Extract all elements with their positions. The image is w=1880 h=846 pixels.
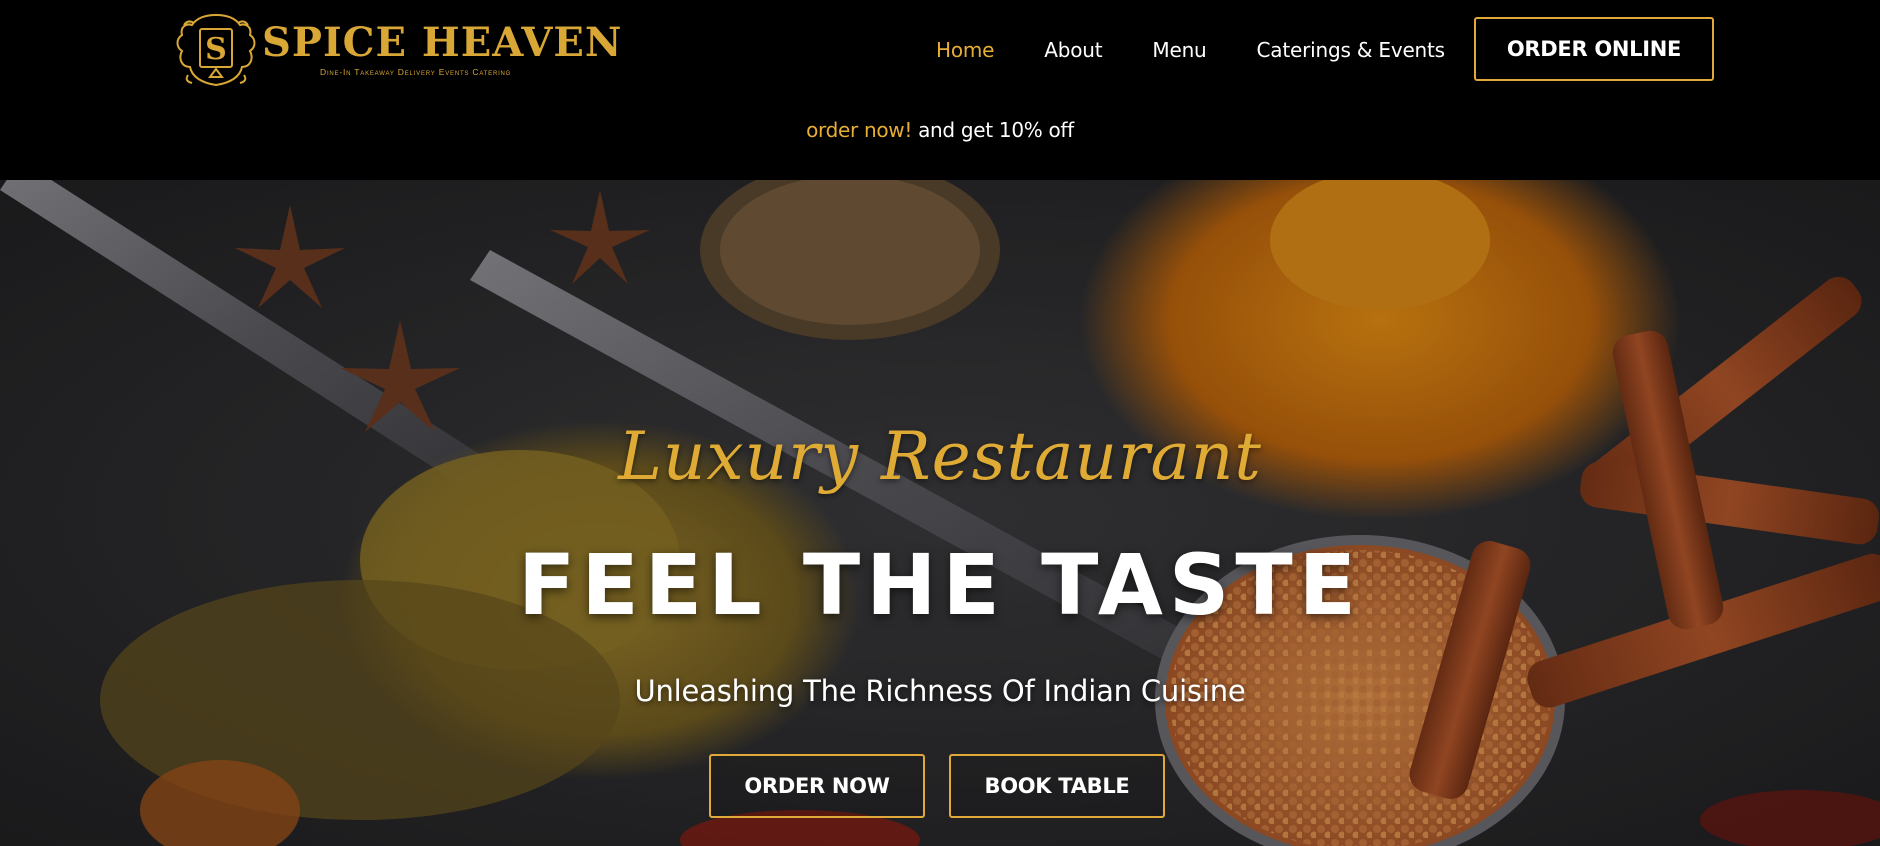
- hero-section: Luxury Restaurant FEEL THE TASTE Unleash…: [0, 180, 1880, 846]
- brand-logo[interactable]: S SPICE HEAVEN Dine-In Takeaway Delivery…: [174, 10, 621, 90]
- site-header: S SPICE HEAVEN Dine-In Takeaway Delivery…: [0, 0, 1880, 180]
- brand-tagline: Dine-In Takeaway Delivery Events Caterin…: [320, 67, 512, 77]
- promo-banner: order now! and get 10% off: [0, 118, 1880, 142]
- main-nav: Home About Menu Caterings & Events: [936, 35, 1445, 65]
- hero-kicker: Luxury Restaurant: [618, 418, 1262, 495]
- hero-title: FEEL THE TASTE: [517, 536, 1363, 634]
- promo-text: and get 10% off: [912, 118, 1074, 142]
- hero-dark-overlay: [0, 180, 1880, 846]
- nav-item-caterings-events[interactable]: Caterings & Events: [1257, 38, 1446, 62]
- promo-highlight[interactable]: order now!: [806, 118, 912, 142]
- crest-emblem-icon: S: [176, 13, 256, 87]
- order-now-button[interactable]: ORDER NOW: [709, 754, 925, 818]
- book-table-button[interactable]: BOOK TABLE: [949, 754, 1165, 818]
- hero-subtitle: Unleashing The Richness Of Indian Cuisin…: [634, 674, 1246, 708]
- nav-item-about[interactable]: About: [1044, 38, 1102, 62]
- brand-name: SPICE HEAVEN: [262, 19, 623, 66]
- emblem-letter: S: [205, 32, 227, 67]
- nav-item-home[interactable]: Home: [936, 38, 994, 62]
- order-online-button[interactable]: ORDER ONLINE: [1474, 17, 1714, 81]
- nav-item-menu[interactable]: Menu: [1152, 38, 1206, 62]
